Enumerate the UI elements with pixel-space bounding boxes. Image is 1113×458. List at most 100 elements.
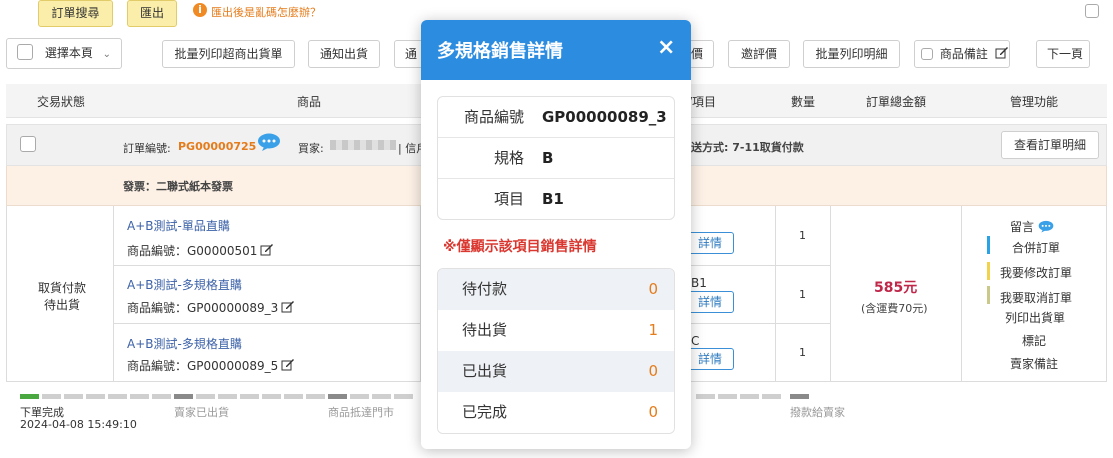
view-order-detail-button[interactable]: 查看訂單明細	[1001, 131, 1099, 159]
cancel-indicator	[987, 286, 990, 304]
info-row: 項目 B1	[438, 179, 674, 219]
modify-indicator	[987, 262, 990, 280]
merge-order-link[interactable]: 合併訂單	[1012, 239, 1060, 256]
info-value: B1	[542, 190, 564, 208]
batch-print-sheet-button[interactable]: 批量列印超商出貨單	[162, 40, 295, 68]
export-button[interactable]: 匯出	[127, 0, 177, 27]
order-search-button[interactable]: 訂單搜尋	[38, 0, 113, 27]
order-amount: 585元	[874, 280, 918, 296]
product-link[interactable]: A+B測試-多規格直購	[127, 276, 242, 293]
product-note-checkbox[interactable]	[921, 48, 933, 60]
stat-value: 0	[648, 403, 658, 421]
order-number[interactable]: PG00000725	[178, 140, 256, 153]
shipping-method: 送方式: 7-11取貨付款	[691, 141, 804, 154]
message-label: 留言	[1010, 220, 1035, 234]
stat-value: 0	[648, 362, 658, 380]
stat-label: 待出貨	[462, 321, 508, 339]
item-qty: 1	[799, 229, 806, 242]
sales-detail-modal: 多規格銷售詳情 × 商品編號 GP00000089_3 規格 B 項目 B1 ※…	[421, 20, 691, 449]
header-total: 訂單總金額	[866, 95, 927, 109]
edit-icon[interactable]	[281, 300, 295, 313]
info-label: 規格	[493, 149, 524, 167]
modal-stats-box: 待付款 0 待出貨 1 已出貨 0 已完成 0	[437, 268, 675, 434]
edit-icon[interactable]	[281, 358, 295, 371]
product-note-label: 商品備註	[939, 47, 988, 61]
item-detail-button[interactable]: 詳情	[686, 348, 734, 370]
modify-order-link[interactable]: 我要修改訂單	[1000, 264, 1072, 281]
progress-step-paid: 撥款給賣家	[790, 406, 845, 419]
mark-link[interactable]: 標記	[1022, 332, 1046, 349]
progress-step-ordered-time: 2024-04-08 15:49:10	[20, 418, 137, 431]
header-product: 商品	[297, 95, 322, 109]
seller-note-link[interactable]: 賣家備註	[1010, 355, 1058, 372]
order-status-line2: 待出貨	[44, 298, 81, 312]
info-label: 項目	[493, 190, 524, 208]
info-row: 規格 B	[438, 138, 674, 179]
item-qty: 1	[799, 346, 806, 359]
header-qty: 數量	[791, 95, 816, 109]
next-page-button[interactable]: 下一頁	[1036, 40, 1090, 68]
info-icon: i	[193, 3, 207, 17]
product-code-text: 商品編號：G00000501	[127, 244, 258, 258]
header-item: /項目	[688, 95, 717, 109]
info-value: B	[542, 149, 554, 167]
print-sheet-link[interactable]: 列印出貨單	[1005, 309, 1065, 326]
product-link[interactable]: A+B測試-多規格直購	[127, 335, 242, 352]
stat-label: 已完成	[462, 403, 508, 421]
edit-icon	[995, 47, 1008, 59]
product-note-button[interactable]: 商品備註	[914, 40, 1010, 68]
batch-print-detail-button[interactable]: 批量列印明細	[803, 40, 900, 68]
stat-row: 待付款 0	[438, 269, 674, 310]
notify-ship-button[interactable]: 通知出貨	[308, 40, 380, 68]
buyer-label: 買家:	[298, 142, 324, 155]
stat-value: 1	[648, 321, 658, 339]
order-status-line1: 取貨付款	[38, 281, 87, 295]
edit-icon[interactable]	[260, 243, 274, 256]
cancel-order-link[interactable]: 我要取消訂單	[1000, 289, 1072, 306]
close-icon[interactable]: ×	[657, 35, 675, 61]
product-code: 商品編號：GP00000089_5	[127, 357, 295, 374]
invoice-text: 發票：二聯式紙本發票	[123, 180, 233, 193]
shipping-fee-note: (含運費70元)	[861, 302, 928, 315]
select-page-checkbox[interactable]	[17, 44, 33, 60]
item-qty: 1	[799, 288, 806, 301]
item-detail-button[interactable]: 詳情	[686, 232, 734, 254]
product-code-text: 商品編號：GP00000089_5	[127, 359, 279, 373]
stat-label: 已出貨	[462, 362, 508, 380]
order-number-label: 訂單編號:	[123, 142, 171, 155]
chat-bubble-icon[interactable]	[257, 133, 281, 151]
message-link[interactable]: 留言	[1010, 218, 1054, 235]
stat-label: 待付款	[462, 280, 508, 298]
chat-bubble-icon	[1038, 220, 1054, 233]
invite-review-button[interactable]: 邀評價	[728, 40, 790, 68]
chevron-down-icon: ⌄	[102, 49, 112, 60]
order-checkbox[interactable]	[20, 136, 36, 152]
info-value: GP00000089_3	[542, 108, 667, 126]
modal-header: 多規格銷售詳情 ×	[421, 20, 691, 80]
garbled-help-link[interactable]: 匯出後是亂碼怎麼辦？	[211, 4, 321, 20]
select-page-label: 選擇本頁	[44, 46, 93, 60]
stat-row: 已完成 0	[438, 392, 674, 433]
modal-info-box: 商品編號 GP00000089_3 規格 B 項目 B1	[437, 96, 675, 220]
header-status: 交易狀態	[37, 95, 86, 109]
header-manage: 管理功能	[1010, 95, 1059, 109]
progress-step-arrived: 商品抵達門市	[328, 406, 394, 419]
top-right-checkbox[interactable]	[1085, 4, 1099, 18]
modal-title: 多規格銷售詳情	[437, 41, 563, 62]
product-code: 商品編號：G00000501	[127, 242, 274, 259]
item-label: C	[691, 334, 700, 348]
progress-step-shipped: 賣家已出貨	[174, 406, 229, 419]
product-code-text: 商品編號：GP00000089_3	[127, 301, 279, 315]
buyer-name-redacted	[330, 140, 396, 150]
merge-indicator	[987, 236, 990, 254]
select-page-dropdown[interactable]: 選擇本頁 ⌄	[6, 38, 122, 69]
info-row: 商品編號 GP00000089_3	[438, 97, 674, 138]
stat-row: 已出貨 0	[438, 351, 674, 392]
info-label: 商品編號	[463, 108, 524, 126]
stat-row: 待出貨 1	[438, 310, 674, 351]
item-detail-button[interactable]: 詳情	[686, 291, 734, 313]
product-code: 商品編號：GP00000089_3	[127, 299, 295, 316]
product-link[interactable]: A+B測試-單品直購	[127, 217, 230, 234]
modal-notice: ※僅顯示該項目銷售詳情	[443, 239, 597, 255]
stat-value: 0	[648, 280, 658, 298]
